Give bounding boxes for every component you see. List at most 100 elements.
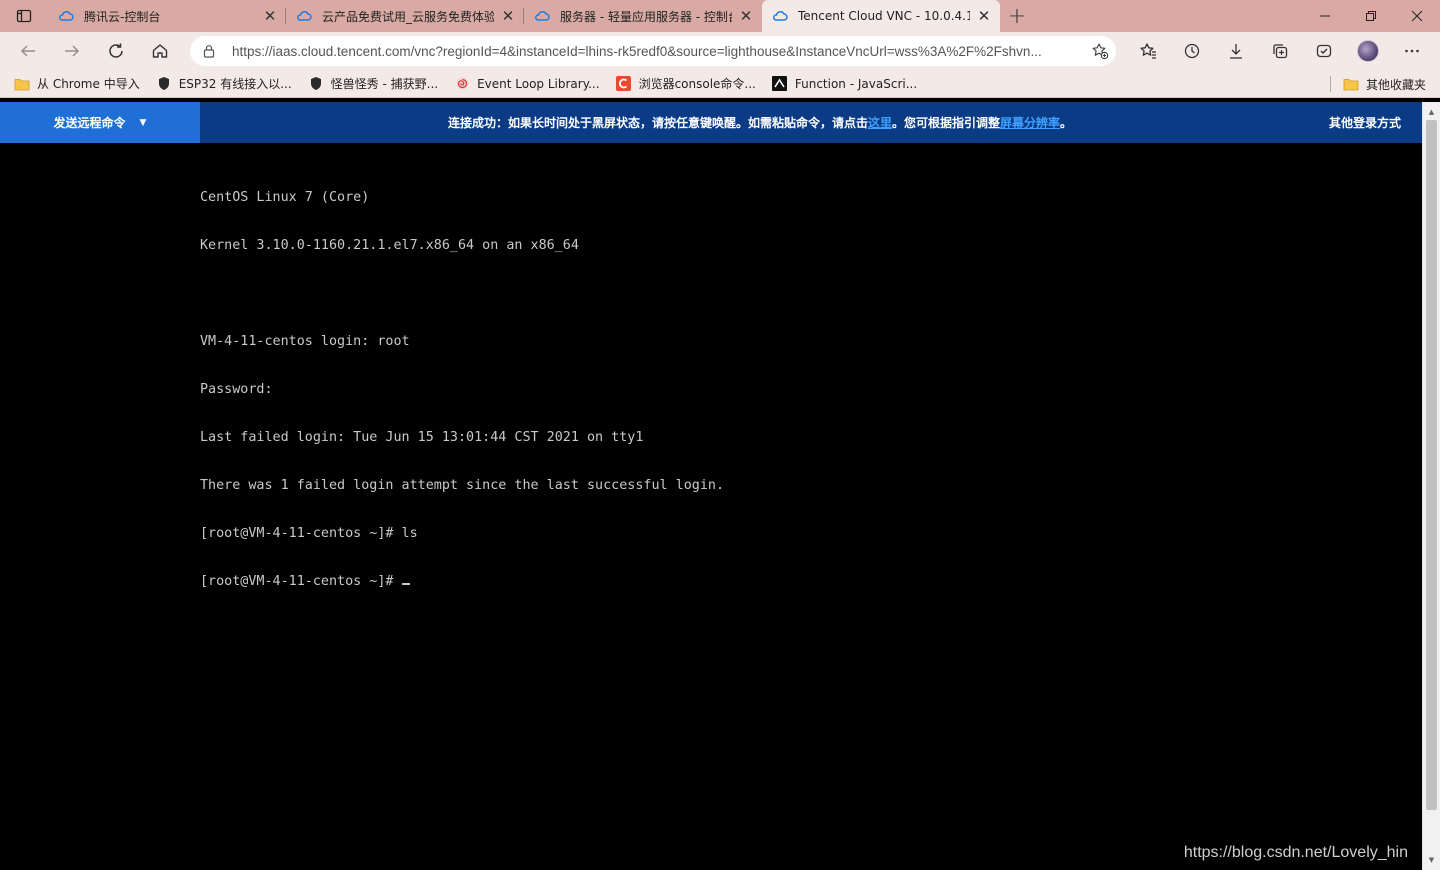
bookmark-esp32[interactable]: ESP32 有线接入以... (156, 75, 292, 92)
bookmark-label: Event Loop Library... (477, 76, 600, 91)
vnc-terminal-screen[interactable]: CentOS Linux 7 (Core) Kernel 3.10.0-1160… (0, 143, 1422, 870)
favorites-button[interactable] (1126, 32, 1170, 70)
send-remote-command-dropdown[interactable]: 发送远程命令 ▼ (0, 102, 200, 143)
send-remote-command-label: 发送远程命令 (53, 116, 126, 130)
terminal-line: Kernel 3.10.0-1160.21.1.el7.x86_64 on an… (200, 238, 579, 253)
bookmark-label: 从 Chrome 中导入 (37, 77, 140, 91)
scrollbar-thumb[interactable] (1426, 120, 1437, 810)
page-scrollbar[interactable]: ▲ ▼ (1422, 102, 1440, 870)
history-button[interactable] (1170, 32, 1214, 70)
download-icon (1230, 44, 1242, 59)
profile-button[interactable] (1346, 32, 1390, 70)
terminal-line: Password: (200, 382, 273, 397)
terminal-line: CentOS Linux 7 (Core) (200, 190, 370, 205)
bookmark-event-loop[interactable]: Event Loop Library... (454, 76, 600, 92)
csdn-c-icon (616, 76, 632, 92)
toolbar-right-tools (1126, 32, 1434, 70)
vnc-header-bar: 发送远程命令 ▼ 连接成功：如果长时间处于黑屏状态，请按任意键唤醒。如需粘贴命令… (0, 102, 1440, 143)
restore-icon (1366, 11, 1376, 21)
add-favorite-button[interactable] (1084, 42, 1116, 60)
screen-resolution-link[interactable]: 屏幕分辨率 (1000, 116, 1060, 130)
bookmark-label: Function - JavaScri... (794, 76, 918, 91)
spiral-red-icon (454, 76, 470, 92)
tab-strip: 腾讯云-控制台 ✕ 云产品免费试用_云服务免费体验 ✕ 服务器 - 轻量应用服务… (0, 0, 1440, 32)
downloads-button[interactable] (1214, 32, 1258, 70)
forward-button[interactable] (50, 32, 94, 70)
refresh-icon (109, 43, 123, 58)
browser-toolbar: https://iaas.cloud.tencent.com/vnc?regio… (0, 32, 1440, 70)
extensions-button[interactable] (1302, 32, 1346, 70)
close-tab-icon[interactable]: ✕ (500, 7, 516, 25)
avatar (1357, 40, 1379, 62)
shield-dark-icon (308, 76, 324, 92)
minimize-button[interactable] (1302, 0, 1348, 32)
csdn-watermark: https://blog.csdn.net/Lovely_hin (1183, 844, 1408, 861)
other-login-methods-button[interactable]: 其他登录方式 (1290, 114, 1440, 131)
tab-free-trial[interactable]: 云产品免费试用_云服务免费体验 ✕ (286, 0, 524, 32)
scroll-down-arrow-icon[interactable]: ▼ (1423, 852, 1440, 868)
tab-actions-icon (16, 9, 32, 23)
tencent-cloud-icon (297, 11, 312, 21)
bookmark-console[interactable]: 浏览器console命令... (616, 75, 756, 92)
tencent-cloud-icon (59, 11, 74, 21)
favorites-icon (1140, 43, 1156, 59)
terminal-line: There was 1 failed login attempt since t… (200, 478, 725, 493)
tencent-cloud-icon (535, 11, 550, 21)
plus-icon: + (1007, 3, 1027, 29)
bookmark-monster[interactable]: 怪兽怪秀 - 捕获野... (308, 75, 438, 92)
close-tab-icon[interactable]: ✕ (976, 7, 992, 25)
folder-icon (14, 76, 30, 92)
paste-command-link[interactable]: 这里 (868, 116, 892, 130)
notice-text: 。 (1060, 116, 1073, 130)
refresh-button[interactable] (94, 32, 138, 70)
tab-actions-button[interactable] (0, 0, 48, 32)
other-favorites[interactable]: 其他收藏夹 (1329, 70, 1426, 98)
scroll-up-arrow-icon[interactable]: ▲ (1423, 104, 1440, 120)
tencent-cloud-icon (773, 11, 788, 21)
mdn-icon (772, 76, 788, 92)
lock-icon[interactable] (202, 43, 218, 59)
bookmark-label: ESP32 有线接入以... (178, 77, 292, 91)
star-add-icon (1092, 43, 1109, 60)
window-controls (1302, 0, 1440, 32)
home-icon (152, 44, 168, 58)
notice-text: 连接成功：如果长时间处于黑屏状态，请按任意键唤醒。如需粘贴命令，请点击 (447, 116, 868, 130)
bookmark-function-js[interactable]: Function - JavaScri... (772, 76, 917, 92)
bookmark-import-chrome[interactable]: 从 Chrome 中导入 (14, 75, 140, 92)
caret-down-icon: ▼ (139, 117, 147, 128)
bookmark-label: 浏览器console命令... (638, 77, 756, 91)
terminal-line: [root@VM-4-11-centos ~]# ls (200, 526, 418, 541)
tab-tencent-console[interactable]: 腾讯云-控制台 ✕ (48, 0, 286, 32)
tab-tencent-vnc[interactable]: Tencent Cloud VNC - 10.0.4.11 ✕ (762, 0, 1000, 32)
bookmark-label: 怪兽怪秀 - 捕获野... (330, 77, 439, 91)
tab-lighthouse-server[interactable]: 服务器 - 轻量应用服务器 - 控制台 ✕ (524, 0, 762, 32)
bookmarks-bar: 从 Chrome 中导入 ESP32 有线接入以... 怪兽怪秀 - 捕获野..… (0, 70, 1440, 98)
close-tab-icon[interactable]: ✕ (738, 7, 754, 25)
close-tab-icon[interactable]: ✕ (262, 7, 278, 25)
tab-title: 云产品免费试用_云服务免费体验 (322, 9, 494, 24)
connection-notice: 连接成功：如果长时间处于黑屏状态，请按任意键唤醒。如需粘贴命令，请点击这里。您可… (200, 114, 1290, 131)
url-text[interactable]: https://iaas.cloud.tencent.com/vnc?regio… (232, 44, 1084, 59)
address-bar[interactable]: https://iaas.cloud.tencent.com/vnc?regio… (190, 36, 1116, 66)
shield-dark-icon (156, 76, 172, 92)
back-button[interactable] (6, 32, 50, 70)
home-button[interactable] (138, 32, 182, 70)
new-tab-button[interactable]: + (1000, 0, 1034, 32)
arrow-right-icon (65, 45, 80, 57)
tab-title: 服务器 - 轻量应用服务器 - 控制台 (560, 9, 732, 24)
tab-title: 腾讯云-控制台 (84, 9, 161, 24)
restore-button[interactable] (1348, 0, 1394, 32)
terminal-prompt-line: [root@VM-4-11-centos ~]# (200, 574, 724, 590)
close-icon (1411, 10, 1423, 22)
terminal-line: Last failed login: Tue Jun 15 13:01:44 C… (200, 430, 644, 445)
other-favorites-label: 其他收藏夹 (1365, 77, 1426, 92)
arrow-left-icon (20, 45, 35, 57)
collections-icon (1273, 44, 1288, 59)
terminal-prompt: [root@VM-4-11-centos ~]# (200, 574, 402, 589)
terminal-cursor (401, 583, 410, 585)
terminal-output: CentOS Linux 7 (Core) Kernel 3.10.0-1160… (200, 158, 724, 622)
more-menu-button[interactable] (1390, 32, 1434, 70)
folder-icon (1343, 76, 1359, 92)
collections-button[interactable] (1258, 32, 1302, 70)
close-window-button[interactable] (1394, 0, 1440, 32)
